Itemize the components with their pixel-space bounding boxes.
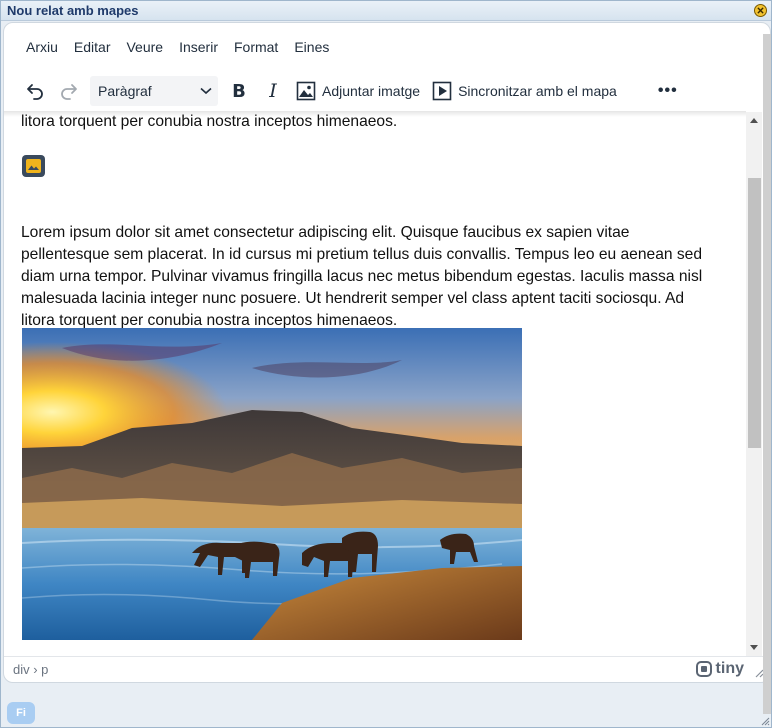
image-placeholder-icon: [26, 159, 41, 173]
dialog-scroll-thumb[interactable]: [763, 34, 771, 714]
paragraph-top[interactable]: litora torquent per conubia nostra incep…: [21, 112, 721, 133]
close-icon: [757, 7, 764, 14]
scroll-up-arrow[interactable]: [750, 118, 758, 123]
tiny-branding[interactable]: tiny: [695, 660, 744, 678]
menu-item-insert[interactable]: Inserir: [171, 35, 226, 59]
toolbar: Paràgraf B I Adjuntar imatge Sincronitza…: [4, 73, 770, 109]
menu-item-tools[interactable]: Eines: [286, 35, 337, 59]
menu-item-view[interactable]: Veure: [118, 35, 171, 59]
block-format-select[interactable]: Paràgraf: [90, 76, 218, 106]
image-placeholder[interactable]: [22, 155, 45, 177]
content-scrollbar[interactable]: [746, 112, 762, 656]
statusbar: div › p tiny: [4, 656, 770, 682]
scroll-thumb[interactable]: [748, 178, 761, 448]
rich-text-editor: Arxiu Editar Veure Inserir Format Eines: [3, 22, 771, 683]
redo-button[interactable]: [54, 76, 84, 106]
attach-image-label: Adjuntar imatge: [322, 83, 421, 99]
finish-button[interactable]: Fi: [7, 702, 35, 724]
redo-icon: [61, 84, 77, 100]
dialog-window: Nou relat amb mapes Arxiu Editar Veure I…: [0, 0, 772, 728]
close-button[interactable]: [754, 4, 767, 17]
scroll-down-arrow[interactable]: [750, 645, 758, 650]
italic-button[interactable]: I: [258, 76, 288, 106]
sync-map-button[interactable]: Sincronitzar amb el mapa: [428, 76, 621, 106]
image-icon: [296, 81, 316, 101]
dialog-title: Nou relat amb mapes: [7, 3, 139, 18]
menubar: Arxiu Editar Veure Inserir Format Eines: [4, 33, 337, 61]
chevron-down-icon: [200, 87, 212, 95]
dialog-scrollbar[interactable]: [761, 22, 772, 722]
attach-image-button[interactable]: Adjuntar imatge: [292, 76, 424, 106]
more-button[interactable]: •••: [653, 76, 683, 106]
block-format-value: Paràgraf: [98, 83, 152, 99]
photo-image: [22, 328, 522, 640]
tiny-logo-icon: [695, 661, 712, 677]
menu-item-file[interactable]: Arxiu: [18, 35, 66, 59]
dialog-resize-grip-icon[interactable]: [760, 716, 770, 726]
editor-content[interactable]: litora torquent per conubia nostra incep…: [4, 112, 746, 656]
tiny-brand-text: tiny: [715, 660, 744, 677]
play-icon: [432, 81, 452, 101]
bold-button[interactable]: B: [224, 76, 254, 106]
menu-item-edit[interactable]: Editar: [66, 35, 119, 59]
menu-item-format[interactable]: Format: [226, 35, 286, 59]
paragraph-main[interactable]: Lorem ipsum dolor sit amet consectetur a…: [21, 222, 721, 332]
element-path[interactable]: div › p: [13, 662, 48, 677]
dialog-titlebar[interactable]: Nou relat amb mapes: [1, 1, 771, 21]
sync-map-label: Sincronitzar amb el mapa: [458, 83, 617, 99]
undo-icon: [27, 84, 43, 100]
landscape-photo[interactable]: [22, 328, 522, 640]
undo-button[interactable]: [20, 76, 50, 106]
